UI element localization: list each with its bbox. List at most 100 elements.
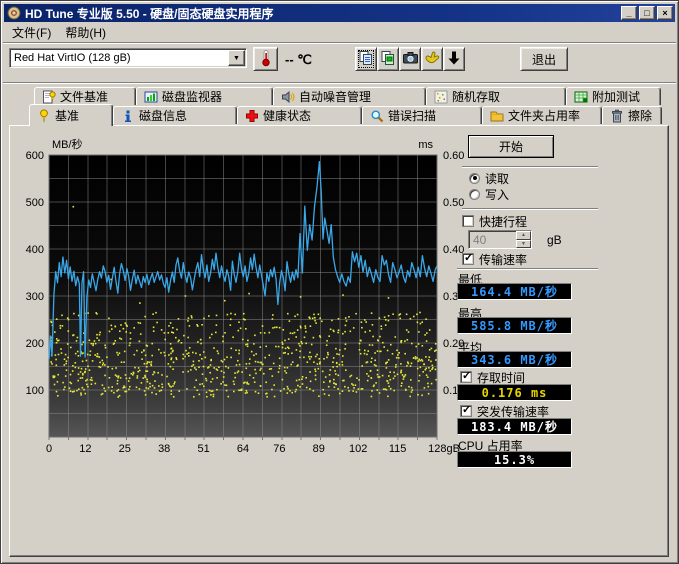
svg-text:128gB: 128gB [428,443,460,455]
burst-rate-display: 183.4 MB/秒 [457,418,572,435]
checkbox [460,405,472,417]
toolbar-top-divider [3,42,676,44]
svg-text:200: 200 [26,338,44,350]
cpu-usage-display: 15.3% [457,451,572,468]
thermometer-icon [257,49,275,70]
svg-text:25: 25 [119,443,131,455]
copy-image-icon [380,50,396,69]
random-access-icon [434,90,448,104]
donate-button[interactable] [421,47,443,71]
divider [457,268,598,270]
tab-disk-info[interactable]: 磁盘信息 [113,106,237,124]
app-icon [7,6,21,20]
svg-text:400: 400 [26,244,44,256]
svg-text:102: 102 [349,443,367,455]
copy-icon [358,50,374,69]
capacity-unit: gB [547,233,562,247]
svg-text:0.60: 0.60 [443,150,464,162]
tab-file-benchmark[interactable]: 文件基准 [34,87,136,105]
tab-acoustic-management[interactable]: 自动噪音管理 [273,87,426,105]
copy-button[interactable] [355,47,377,71]
svg-text:0: 0 [46,443,52,455]
spinner-up-button[interactable]: ▲ [516,231,531,240]
y-right-axis-title: ms [418,139,433,151]
save-results-button[interactable] [443,47,465,71]
benchmark-icon [37,109,51,123]
svg-text:51: 51 [197,443,209,455]
tab-label: 磁盘监视器 [162,88,222,105]
svg-text:300: 300 [26,291,44,303]
max-speed-display: 585.8 MB/秒 [457,317,572,334]
health-icon [245,109,259,123]
tab-row-front: 基准 磁盘信息 健康状态 错误扫描 文件夹占用率 擦除 [1,106,679,125]
erase-icon [610,109,624,123]
tab-label: 磁盘信息 [139,107,187,124]
transfer-rate-checkbox[interactable]: 传输速率 [462,252,527,266]
copy-image-button[interactable] [377,47,399,71]
menu-help[interactable]: 帮助(H) [58,22,113,43]
temperature-button[interactable] [253,47,278,71]
maximize-button[interactable]: □ [639,6,655,20]
acoustic-management-icon [281,90,295,104]
read-radio[interactable]: 读取 [469,171,509,185]
svg-text:600: 600 [26,150,44,162]
tab-benchmark[interactable]: 基准 [29,104,113,126]
svg-text:38: 38 [158,443,170,455]
temperature-value: -- ℃ [285,52,312,68]
short-stroke-checkbox[interactable]: 快捷行程 [462,214,527,228]
tab-random-access[interactable]: 随机存取 [426,87,566,105]
file-benchmark-icon [42,90,56,104]
minimize-button[interactable]: _ [621,6,637,20]
divider [462,208,598,210]
tab-erase[interactable]: 擦除 [602,106,662,124]
title-bar: HD Tune 专业版 5.50 - 硬盘/固态硬盘实用程序 _ □ × [4,4,675,22]
access-time-display: 0.176 ms [457,384,572,401]
start-button[interactable]: 开始 [468,135,554,158]
close-button[interactable]: × [657,6,673,20]
svg-text:12: 12 [79,443,91,455]
hands-icon [424,50,441,69]
radio-dot [469,189,480,200]
svg-text:115: 115 [389,443,407,455]
checkbox [462,215,474,227]
tab-error-scan[interactable]: 错误扫描 [362,106,482,124]
drive-select[interactable]: Red Hat VirtIO (128 gB) ▼ [9,48,247,68]
y-left-axis-title: MB/秒 [52,137,83,151]
tab-label: 健康状态 [263,107,311,124]
window-title: HD Tune 专业版 5.50 - 硬盘/固态硬盘实用程序 [25,5,619,22]
tab-extra-tests[interactable]: 附加测试 [566,87,661,105]
tab-label: 随机存取 [452,88,500,105]
tab-label: 文件基准 [60,88,108,105]
benchmark-chart: MB/秒ms6005004003002001000.600.500.400.30… [10,128,476,462]
spinner-down-button[interactable]: ▼ [516,240,531,249]
tab-label: 擦除 [628,107,652,124]
extra-tests-icon [574,90,588,104]
tab-label: 附加测试 [592,88,640,105]
burst-rate-checkbox[interactable]: 突发传输速率 [460,404,549,418]
tab-label: 文件夹占用率 [508,107,580,124]
tab-health[interactable]: 健康状态 [237,106,362,124]
tab-label: 基准 [55,107,79,124]
disk-monitor-icon [144,90,158,104]
tab-disk-monitor[interactable]: 磁盘监视器 [136,87,273,105]
drive-select-value: Red Hat VirtIO (128 gB) [10,52,228,64]
divider [462,166,598,168]
svg-text:64: 64 [237,443,249,455]
svg-text:76: 76 [273,443,285,455]
menu-file[interactable]: 文件(F) [5,22,58,43]
benchmark-page: MB/秒ms6005004003002001000.600.500.400.30… [9,125,669,557]
menu-bar: 文件(F) 帮助(H) [5,23,113,41]
disk-info-icon [121,109,135,123]
app-window: HD Tune 专业版 5.50 - 硬盘/固态硬盘实用程序 _ □ × 文件(… [0,0,679,564]
svg-text:89: 89 [313,443,325,455]
access-time-checkbox[interactable]: 存取时间 [460,370,525,384]
checkbox [462,253,474,265]
write-radio[interactable]: 写入 [469,187,509,201]
screenshot-button[interactable] [399,47,421,71]
svg-text:100: 100 [26,385,44,397]
capacity-spinner[interactable]: 40 ▲ ▼ [468,230,532,249]
tab-folder-usage[interactable]: 文件夹占用率 [482,106,602,124]
folder-usage-icon [490,109,504,123]
chevron-down-icon[interactable]: ▼ [228,50,245,66]
exit-button[interactable]: 退出 [520,47,568,71]
